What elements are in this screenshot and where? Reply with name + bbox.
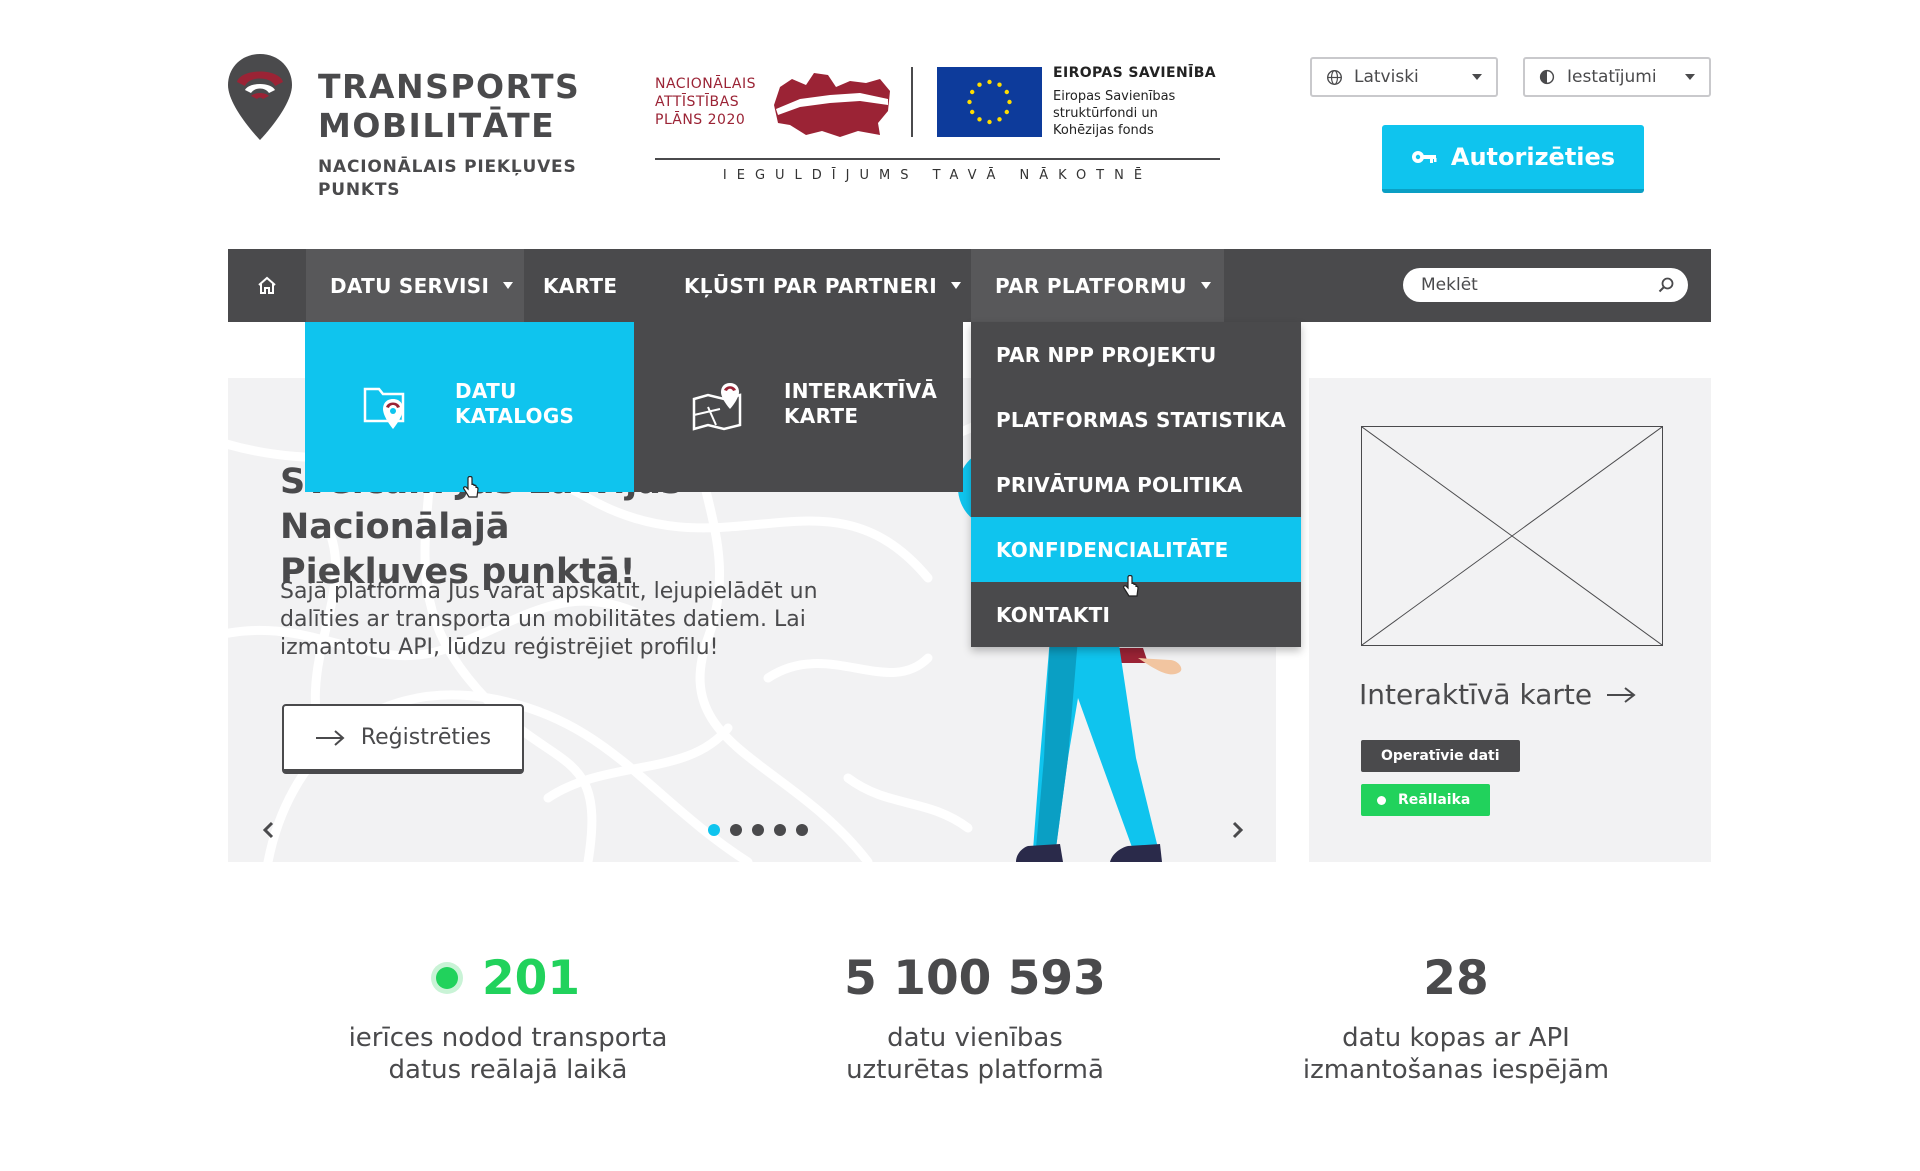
funding-logos: NACIONĀLAIS ATTĪSTĪBAS PLĀNS 2020 EIROPA… [655,60,1225,195]
chevron-left-icon [262,821,274,839]
menu-item-privatuma-politika[interactable]: PRIVĀTUMA POLITIKA [971,452,1301,517]
interactive-map-link[interactable]: Interaktīvā karte [1359,678,1636,711]
stat-value: 28 [1423,950,1489,1006]
interactive-map-card: Interaktīvā karte Operatīvie dati Reālla… [1309,378,1711,862]
settings-value: Iestatījumi [1567,67,1657,87]
image-placeholder [1361,426,1663,646]
hero-description: Šajā platformā Jūs varat apskatīt, lejup… [280,579,818,660]
home-icon [258,276,276,294]
operational-data-tag: Operatīvie dati [1361,740,1520,772]
divider [911,67,913,137]
realtime-tag-label: Reāllaika [1398,792,1471,808]
stat-label: ierīces nodod transporta datus reālajā l… [348,1023,668,1085]
eu-flag-icon [937,67,1042,137]
live-indicator-icon [435,967,458,989]
register-button-label: Reģistrēties [360,725,492,750]
nap-2020-logo-text: NACIONĀLAIS ATTĪSTĪBAS PLĀNS 2020 [655,76,756,128]
eu-funds-text: Eiropas Savienības struktūrfondi un Kohē… [1053,89,1176,138]
menu-item-kontakti[interactable]: KONTAKTI [971,582,1301,647]
data-catalog-label: DATU KATALOGS [455,379,575,428]
slider-prev-button[interactable] [256,818,280,842]
slider-dot[interactable] [752,824,764,836]
slider-dot[interactable] [774,824,786,836]
nav-item-klusti-par-partneri[interactable]: KĻŪSTI PAR PARTNERI [664,249,964,322]
slider-next-button[interactable] [1226,818,1250,842]
globe-icon [1324,67,1344,87]
slider-dot[interactable] [796,824,808,836]
stat-label: datu vienības uzturētas platformā [846,1023,1104,1085]
caret-down-icon [1472,74,1482,80]
menu-item-par-npp-projektu[interactable]: PAR NPP PROJEKTU [971,322,1301,387]
stat-value: 5 100 593 [844,950,1106,1006]
eu-motto: IEGULDĪJUMS TAVĀ NĀKOTNĒ [722,168,1153,183]
nav-home[interactable] [228,249,306,322]
site-logo[interactable]: TRANSPORTS MOBILITĀTE NACIONĀLAIS PIEKĻU… [225,52,595,202]
search-icon[interactable] [1658,277,1674,293]
caret-down-icon [503,282,514,289]
nav-item-datu-servisi[interactable]: DATU SERVISI [306,249,524,322]
caret-down-icon [951,282,961,289]
slider-dot[interactable] [730,824,742,836]
stat-value: 201 [298,948,718,1008]
caret-down-icon [1200,282,1211,289]
search-box [1403,268,1688,302]
nav-item-label: PAR PLATFORMU [995,273,1187,298]
login-button-label: Autorizēties [1450,143,1616,171]
language-select[interactable]: Latviski [1310,57,1498,97]
realtime-tag: Reāllaika [1361,784,1491,816]
contrast-icon [1537,67,1557,87]
folder-pin-icon [363,387,405,429]
register-button[interactable]: Reģistrēties [282,704,524,774]
nav-item-label: KĻŪSTI PAR PARTNERI [684,273,937,298]
slider-dots [708,824,808,836]
main-navigation: DATU SERVISI KARTE KĻŪSTI PAR PARTNERI P… [228,249,1711,322]
data-catalog-tile[interactable]: DATU KATALOGS [305,322,634,492]
slider-dot[interactable] [708,824,720,836]
stat-data-units: 5 100 593 datu vienības uzturētas platfo… [765,948,1185,1086]
logo-title: TRANSPORTS MOBILITĀTE [318,67,581,145]
key-icon [1411,149,1437,165]
stat-api-datasets: 28 datu kopas ar API izmantošanas iespēj… [1246,948,1666,1086]
nav-item-label: DATU SERVISI [330,273,490,298]
divider [655,158,1220,160]
nav-item-karte[interactable]: KARTE [533,249,643,322]
eu-title: EIROPAS SAVIENĪBA [1053,65,1217,81]
arrow-right-icon [1606,686,1636,704]
settings-select[interactable]: Iestatījumi [1523,57,1711,97]
card-title-label: Interaktīvā karte [1359,678,1593,711]
nav-item-par-platformu[interactable]: PAR PLATFORMU [971,249,1224,322]
chevron-right-icon [1232,821,1244,839]
caret-down-icon [1685,74,1695,80]
interactive-map-label: INTERAKTĪVĀ KARTE [784,379,938,428]
realtime-indicator-icon [1377,795,1386,805]
menu-item-platformas-statistika[interactable]: PLATFORMAS STATISTIKA [971,387,1301,452]
latvia-map-icon [774,73,890,137]
stat-realtime-devices: 201 ierīces nodod transporta datus reāla… [298,948,718,1086]
location-pin-logo-icon [228,54,292,140]
nav-item-label: KARTE [543,273,618,298]
datu-servisi-dropdown: DATU KATALOGS INTERAKTĪVĀ KARTE [305,322,963,492]
menu-item-konfidencialitate[interactable]: KONFIDENCIALITĀTE [971,517,1301,582]
stat-label: datu kopas ar API izmantošanas iespējām [1302,1023,1610,1085]
par-platformu-dropdown: PAR NPP PROJEKTU PLATFORMAS STATISTIKA P… [971,322,1301,647]
logo-subtitle: NACIONĀLAIS PIEKĻUVES PUNKTS [318,157,577,200]
interactive-map-tile[interactable]: INTERAKTĪVĀ KARTE [634,322,963,492]
search-input[interactable] [1421,275,1658,295]
login-button[interactable]: Autorizēties [1382,125,1644,193]
map-pin-icon [692,383,742,431]
arrow-right-icon [315,729,345,746]
language-value: Latviski [1354,67,1419,87]
